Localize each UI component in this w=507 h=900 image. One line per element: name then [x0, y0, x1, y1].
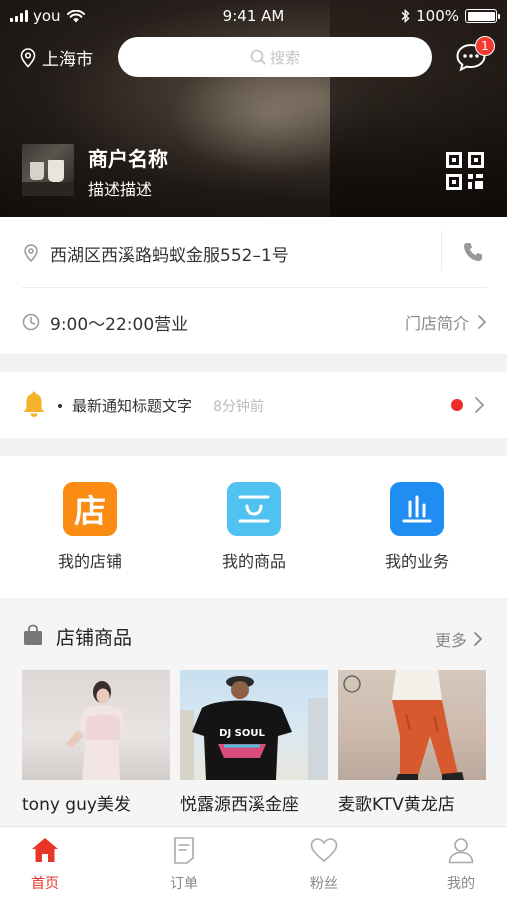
my-store-entry[interactable]: 店 我的店铺: [30, 482, 150, 572]
quick-entry-grid: 店 我的店铺 我的商品 我的业务: [0, 456, 507, 598]
my-business-entry[interactable]: 我的业务: [357, 482, 477, 572]
tab-label: 订单: [170, 876, 198, 892]
heart-icon: [310, 838, 338, 862]
tab-mine[interactable]: 我的: [421, 835, 501, 893]
product-card[interactable]: tony guy美发: [22, 670, 170, 815]
address-row[interactable]: 西湖区西溪路蚂蚁金服552–1号: [22, 235, 487, 271]
product-image: [338, 670, 486, 780]
city-label: 上海市: [42, 50, 93, 70]
banner-overlay: [0, 0, 507, 217]
my-store-label: 我的店铺: [57, 552, 122, 571]
bar-chart-icon: [402, 495, 432, 523]
hours-text: 9:00～22:00营业: [50, 314, 189, 335]
model-figure: DJ SOUL: [180, 676, 328, 780]
divider: [441, 231, 442, 271]
location-pin-icon: [20, 47, 36, 68]
divider: [22, 287, 487, 288]
shirt-print-text: DJ SOUL: [219, 728, 265, 739]
shop-header-banner: [0, 0, 507, 217]
chevron-right-icon: [478, 315, 487, 329]
product-name: 麦歌KTV黄龙店: [338, 795, 455, 815]
shop-name: 商户名称: [88, 147, 168, 171]
product-image: [22, 670, 170, 780]
more-link[interactable]: 更多: [435, 627, 483, 651]
qr-code-icon[interactable]: [446, 152, 484, 190]
tab-label: 粉丝: [310, 876, 338, 892]
notice-bar[interactable]: 最新通知标题文字 8分钟前: [0, 372, 507, 438]
shop-intro-link[interactable]: 门店简介: [405, 310, 487, 334]
bag-icon: [24, 624, 42, 645]
tab-bar: 首页 订单 粉丝 我的: [0, 826, 507, 900]
order-list-icon: [174, 837, 194, 864]
my-products-entry[interactable]: 我的商品: [194, 482, 314, 572]
notice-time: 8分钟前: [213, 399, 264, 415]
shopping-bag-icon: [238, 495, 270, 523]
phone-icon[interactable]: [462, 241, 484, 263]
location-pin-icon: [24, 244, 38, 262]
tab-home[interactable]: 首页: [5, 835, 85, 893]
unread-dot: [451, 399, 463, 411]
tab-label: 我的: [447, 876, 475, 892]
tab-orders[interactable]: 订单: [144, 835, 224, 893]
product-image: DJ SOUL: [180, 670, 328, 780]
bell-icon: [23, 391, 45, 417]
status-bar: you 9:41 AM 100%: [0, 0, 507, 32]
search-input[interactable]: 搜索: [118, 37, 432, 77]
my-products-label: 我的商品: [221, 552, 286, 571]
more-label: 更多: [434, 631, 467, 650]
my-business-label: 我的业务: [384, 552, 449, 571]
bluetooth-icon: [401, 9, 410, 23]
store-icon: 店: [63, 482, 117, 536]
product-card[interactable]: 麦歌KTV黄龙店: [338, 670, 486, 815]
status-bar-right: 100%: [401, 7, 500, 25]
model-figure: [343, 670, 464, 780]
battery-icon: [465, 9, 500, 23]
bullet-dot: [58, 404, 62, 408]
chevron-right-icon: [475, 397, 485, 413]
home-icon: [32, 838, 58, 862]
clock-icon: [22, 313, 40, 331]
section-title: 店铺商品: [56, 627, 133, 649]
tab-label: 首页: [31, 876, 59, 892]
shop-products-section: 店铺商品 更多 tony guy美发 DJ SOUL 悦露源西溪金座 麦歌KTV…: [0, 600, 507, 826]
shop-intro-label: 门店简介: [404, 314, 469, 333]
city-selector[interactable]: 上海市: [20, 45, 93, 70]
shop-description: 描述描述: [88, 180, 153, 199]
search-icon: [250, 49, 266, 65]
shop-info-card: 西湖区西溪路蚂蚁金服552–1号 9:00～22:00营业 门店简介: [0, 217, 507, 354]
battery-percent: 100%: [416, 7, 459, 25]
product-name: 悦露源西溪金座: [180, 795, 299, 815]
address-text: 西湖区西溪路蚂蚁金服552–1号: [50, 245, 289, 266]
chart-icon: [390, 482, 444, 536]
search-placeholder: 搜索: [269, 48, 300, 67]
user-icon: [448, 838, 474, 864]
store-icon-glyph: 店: [73, 492, 106, 530]
chevron-right-icon: [474, 632, 483, 646]
product-card[interactable]: DJ SOUL 悦露源西溪金座: [180, 670, 328, 815]
product-name: tony guy美发: [22, 795, 131, 815]
tab-fans[interactable]: 粉丝: [284, 835, 364, 893]
shop-thumbnail: [22, 144, 74, 196]
notice-title: 最新通知标题文字: [72, 397, 193, 415]
message-badge: 1: [475, 36, 495, 56]
model-figure: [66, 681, 126, 780]
bag-icon: [227, 482, 281, 536]
